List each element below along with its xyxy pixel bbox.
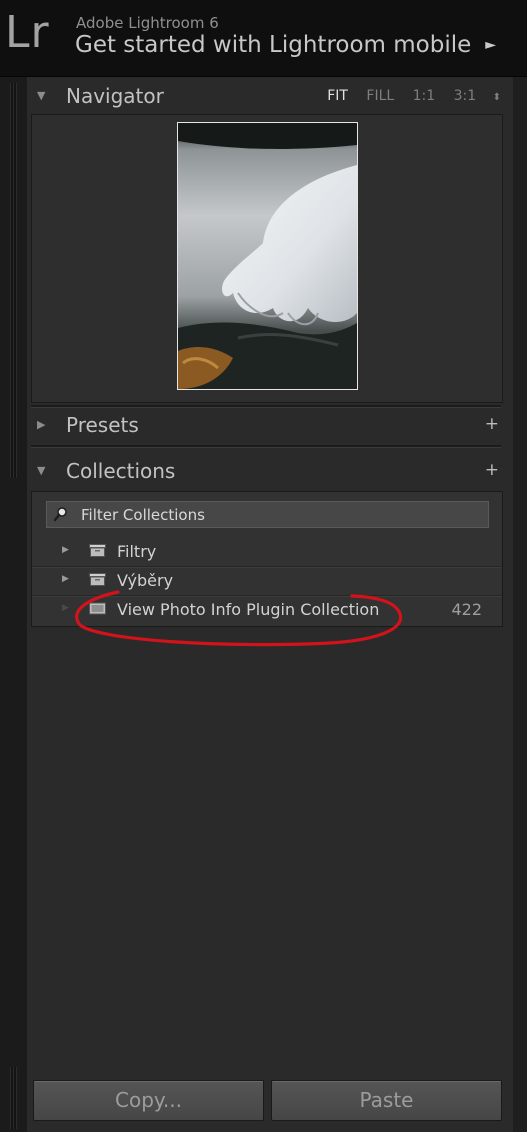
identity-plate: Lr Adobe Lightroom 6 Get started with Li… [0,0,527,77]
navigator-zoom-options: FIT FILL 1:1 3:1 ⬍ [313,88,501,104]
paste-button[interactable]: Paste [271,1080,502,1121]
chevron-right-icon[interactable]: ▶ [37,418,45,431]
app-name: Adobe Lightroom 6 [76,14,219,32]
zoom-fill[interactable]: FILL [366,88,394,104]
collections-title: Collections [66,459,176,483]
panel-divider [31,445,501,448]
zoom-fit[interactable]: FIT [327,88,348,104]
ice-photo-image [178,123,357,389]
collections-header[interactable]: ▼ Collections + [27,454,513,490]
panel-grip-bottom[interactable] [10,1067,17,1129]
navigator-header[interactable]: ▼ Navigator FIT FILL 1:1 3:1 ⬍ [27,77,513,113]
copy-button[interactable]: Copy... [33,1080,264,1121]
expand-triangle-icon: ▶ [62,603,69,613]
left-panel-edge[interactable] [0,77,27,1132]
collections-list: ▶ Filtry ▶ Výběry ▶ [31,491,503,627]
collection-label: View Photo Info Plugin Collection [117,600,380,619]
collection-row[interactable]: ▶ View Photo Info Plugin Collection 422 [32,595,502,624]
collection-label: Výběry [117,571,174,590]
collection-set-icon [89,544,106,557]
filter-collections-input[interactable] [79,504,483,526]
lightroom-logo: Lr [5,7,50,58]
chevron-down-icon[interactable]: ▼ [37,464,45,477]
expand-triangle-icon[interactable]: ▶ [62,545,69,555]
play-arrow-icon: ► [485,37,497,53]
panel-scrollbar[interactable] [512,77,527,1132]
zoom-menu-arrows-icon[interactable]: ⬍ [493,92,501,103]
collection-count: 422 [451,600,482,619]
navigator-preview[interactable] [31,114,503,403]
chevron-down-icon[interactable]: ▼ [37,89,45,102]
zoom-3-1[interactable]: 3:1 [454,88,477,104]
collection-set-row[interactable]: ▶ Výběry [32,566,502,596]
filter-collections-field[interactable] [46,501,489,528]
left-panel: ▼ Navigator FIT FILL 1:1 3:1 ⬍ ▶ Presets… [27,77,513,1132]
navigator-title: Navigator [66,84,164,108]
collection-label: Filtry [117,542,157,561]
zoom-1-1[interactable]: 1:1 [413,88,436,104]
search-icon [53,507,67,522]
lightroom-mobile-link-label: Get started with Lightroom mobile [75,32,472,58]
collection-set-icon [89,573,106,586]
add-collection-icon[interactable]: + [485,460,499,480]
expand-triangle-icon[interactable]: ▶ [62,574,69,584]
add-preset-icon[interactable]: + [485,414,499,434]
presets-header[interactable]: ▶ Presets + [27,408,513,444]
collection-icon [89,602,106,615]
photo-thumbnail[interactable] [177,122,358,390]
presets-title: Presets [66,413,139,437]
lightroom-mobile-link[interactable]: Get started with Lightroom mobile ► [75,32,496,58]
collection-set-row[interactable]: ▶ Filtry [32,537,502,567]
panel-grip[interactable] [10,83,17,478]
